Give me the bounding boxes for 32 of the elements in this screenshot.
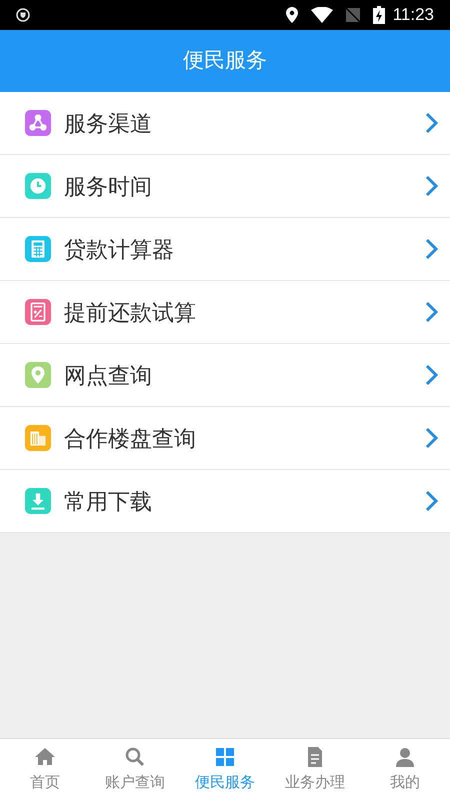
menu-label: 网点查询: [64, 362, 153, 390]
menu-item[interactable]: 服务渠道: [0, 92, 450, 155]
chevron-right-icon: [424, 364, 438, 386]
chevron-right-icon: [424, 175, 438, 197]
menu-label: 服务时间: [64, 172, 153, 200]
no-signal-icon: [344, 7, 361, 23]
menu-item[interactable]: 合作楼盘查询: [0, 407, 450, 470]
tab[interactable]: 账户查询: [90, 739, 180, 800]
menu-item[interactable]: 提前还款试算: [0, 281, 450, 344]
tab[interactable]: 首页: [0, 739, 90, 800]
chevron-right-icon: [424, 301, 438, 323]
battery-icon: [372, 6, 385, 24]
chevron-right-icon: [424, 112, 438, 134]
tab[interactable]: 业务办理: [270, 739, 360, 800]
menu-item[interactable]: 贷款计算器: [0, 218, 450, 281]
chevron-right-icon: [424, 490, 438, 512]
shield-icon: [16, 8, 30, 22]
menu-label: 提前还款试算: [64, 298, 197, 326]
menu-label: 合作楼盘查询: [64, 424, 197, 452]
menu-item[interactable]: 服务时间: [0, 155, 450, 218]
tab[interactable]: 我的: [360, 739, 450, 800]
menu-label: 服务渠道: [64, 110, 153, 138]
menu-item[interactable]: 常用下载: [0, 470, 450, 533]
wifi-icon: [310, 7, 333, 23]
menu-label: 贷款计算器: [64, 236, 175, 264]
header-title: 便民服务: [183, 48, 267, 74]
chevron-right-icon: [424, 427, 438, 449]
status-time: 11:23: [392, 4, 434, 26]
menu-item[interactable]: 网点查询: [0, 344, 450, 407]
chevron-right-icon: [424, 238, 438, 260]
menu-label: 常用下载: [64, 488, 153, 516]
location-icon: [284, 6, 299, 24]
